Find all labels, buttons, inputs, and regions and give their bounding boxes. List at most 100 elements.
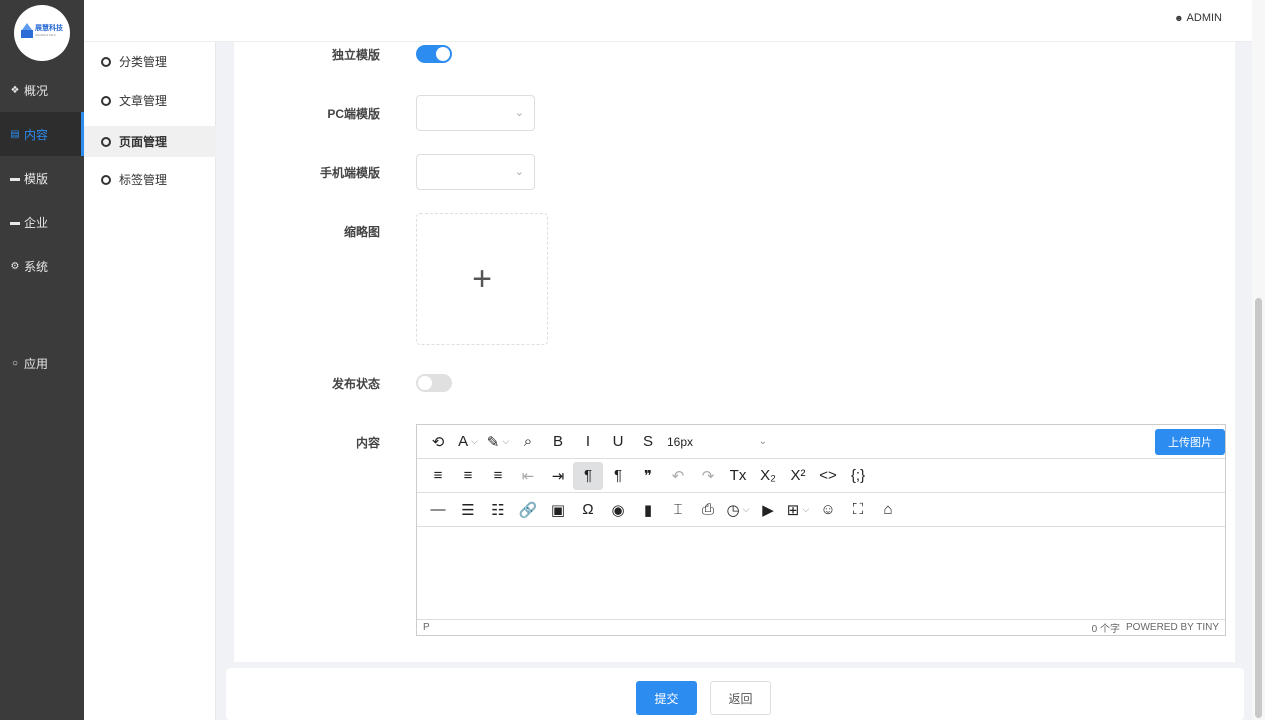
print-button[interactable]: ⎙: [693, 496, 723, 524]
editor-element-path[interactable]: P: [423, 622, 430, 633]
sidebar-item-template[interactable]: ▬ 模版: [0, 156, 84, 200]
brand-logo[interactable]: 展慧科技 ZHANHUI KEJI: [14, 5, 70, 61]
subscript-icon: X₂: [760, 467, 776, 484]
fullscreen-button[interactable]: ⛶: [843, 496, 873, 524]
publish-status-label: 发布状态: [331, 377, 380, 391]
upload-image-button[interactable]: 上传图片: [1155, 429, 1225, 455]
emoji-button[interactable]: ☺: [813, 496, 843, 524]
standalone-template-switch[interactable]: [416, 45, 452, 63]
underline-button[interactable]: U: [603, 428, 633, 456]
editor-toolbar-row-1: ⟲ A ⌵ ✎ ⌵ ⌕ B I U S 16px ⌄ 上传图片: [417, 425, 1225, 459]
sidebar-item-label: 应用: [24, 356, 49, 371]
submit-button[interactable]: 提交: [636, 681, 697, 715]
preview-button[interactable]: ◉: [603, 496, 633, 524]
sidebar-item-company[interactable]: ▬ 企业: [0, 200, 84, 244]
highlight-icon: ✎: [486, 433, 500, 451]
mobile-template-select[interactable]: ⌄: [416, 154, 535, 190]
scrollbar-thumb[interactable]: [1255, 298, 1262, 718]
align-right-button[interactable]: ≡: [483, 462, 513, 490]
chevron-down-icon: ⌄: [514, 107, 524, 119]
image-button[interactable]: ▣: [543, 496, 573, 524]
sidebar-item-label: 企业: [24, 215, 49, 230]
text-color-button[interactable]: A ⌵: [453, 428, 483, 456]
media-button[interactable]: ▶: [753, 496, 783, 524]
back-button[interactable]: 返回: [710, 681, 771, 715]
ltr-button[interactable]: ¶: [573, 461, 603, 490]
rtl-button[interactable]: ¶: [603, 462, 633, 490]
page-form: 独立模版 PC端模版 ⌄ 手机端模版 ⌄ 缩略图 + 发布状态 内容 ⟲ A ⌵ ✎ ⌵…: [234, 42, 1235, 662]
user-name: ADMIN: [1186, 12, 1222, 24]
italic-icon: I: [585, 433, 591, 450]
subscript-button[interactable]: X₂: [753, 462, 783, 490]
submenu-item-pages[interactable]: 页面管理: [84, 126, 216, 157]
align-center-button[interactable]: ≡: [453, 462, 483, 490]
highlight-button[interactable]: ✎ ⌵: [483, 428, 513, 456]
superscript-button[interactable]: X²: [783, 462, 813, 490]
logo-subtext: ZHANHUI KEJI: [35, 33, 56, 37]
code-sample-button[interactable]: {;}: [843, 462, 873, 490]
italic-button[interactable]: I: [573, 428, 603, 456]
rich-text-editor: ⟲ A ⌵ ✎ ⌵ ⌕ B I U S 16px ⌄ 上传图片 ≡ ≡ ≡ ⇤ ⇥ ¶ ¶ ❞ ↶ ↷ Tx X₂ X² <> {;…: [416, 424, 1226, 636]
page-break-button[interactable]: ⌶: [663, 496, 693, 524]
template-icon: ▬: [10, 172, 20, 184]
chevron-down-icon: ⌵: [742, 504, 750, 514]
submenu-item-articles[interactable]: 文章管理: [84, 85, 216, 116]
bookmark-icon: ▮: [643, 501, 653, 519]
indent-button[interactable]: ⇥: [543, 462, 573, 490]
clear-format-button[interactable]: Tx: [723, 462, 753, 490]
table-button[interactable]: ⊞ ⌵: [783, 496, 813, 524]
font-size-value: 16px: [667, 434, 694, 449]
editor-content-area[interactable]: [417, 527, 1225, 619]
link-icon: 🔗: [518, 501, 538, 519]
superscript-icon: X²: [790, 467, 806, 484]
strikethrough-button[interactable]: S: [633, 428, 663, 456]
sidebar-item-label: 概况: [24, 83, 49, 98]
font-size-select[interactable]: 16px ⌄: [663, 428, 773, 456]
special-char-icon: Ω: [582, 501, 594, 518]
settings-icon: ⚙: [10, 260, 20, 272]
switch-knob: [418, 376, 432, 390]
history-button[interactable]: ⟲: [423, 428, 453, 456]
editor-branding[interactable]: POWERED BY TINY: [1126, 622, 1219, 633]
rtl-icon: ¶: [613, 467, 623, 484]
outdent-icon: ⇤: [521, 467, 535, 485]
page-scrollbar[interactable]: [1252, 0, 1265, 720]
submenu-item-tags[interactable]: 标签管理: [84, 164, 216, 195]
redo-button[interactable]: ↷: [693, 462, 723, 490]
numbered-list-button[interactable]: ☷: [483, 496, 513, 524]
align-left-icon: ≡: [433, 467, 443, 484]
sidebar-item-system[interactable]: ⚙ 系统: [0, 244, 84, 288]
blockquote-button[interactable]: ❞: [633, 462, 663, 490]
media-icon: ▶: [762, 501, 774, 519]
sidebar-item-content[interactable]: ▤ 内容: [0, 112, 84, 156]
horizontal-rule-icon: —: [430, 501, 446, 518]
circle-icon: [101, 174, 111, 185]
thumbnail-upload[interactable]: +: [416, 213, 548, 345]
bullet-list-button[interactable]: ☰: [453, 496, 483, 524]
content-label: 内容: [355, 436, 380, 450]
pc-template-select[interactable]: ⌄: [416, 95, 535, 131]
form-footer: 提交 返回: [226, 668, 1244, 720]
link-button[interactable]: 🔗: [513, 496, 543, 524]
ltr-icon: ¶: [583, 467, 593, 484]
search-button[interactable]: ⌕: [513, 428, 543, 456]
format-painter-button[interactable]: ⌂: [873, 496, 903, 524]
search-icon: ⌕: [523, 433, 533, 450]
sidebar-item-apps[interactable]: ○ 应用: [0, 341, 84, 385]
horizontal-rule-button[interactable]: —: [423, 496, 453, 524]
document-icon: ▤: [10, 128, 20, 140]
special-char-button[interactable]: Ω: [573, 496, 603, 524]
align-left-button[interactable]: ≡: [423, 462, 453, 490]
sidebar-item-overview[interactable]: ❖ 概况: [0, 68, 84, 112]
submenu-item-categories[interactable]: 分类管理: [84, 46, 216, 77]
align-center-icon: ≡: [463, 467, 473, 484]
user-menu[interactable]: ☻ ADMIN: [1174, 12, 1222, 24]
outdent-button[interactable]: ⇤: [513, 462, 543, 490]
code-button[interactable]: <>: [813, 462, 843, 490]
datetime-button[interactable]: ◷ ⌵: [723, 496, 753, 524]
publish-status-switch[interactable]: [416, 374, 452, 392]
undo-button[interactable]: ↶: [663, 462, 693, 490]
bold-button[interactable]: B: [543, 428, 573, 456]
history-icon: ⟲: [431, 433, 445, 451]
bookmark-button[interactable]: ▮: [633, 496, 663, 524]
